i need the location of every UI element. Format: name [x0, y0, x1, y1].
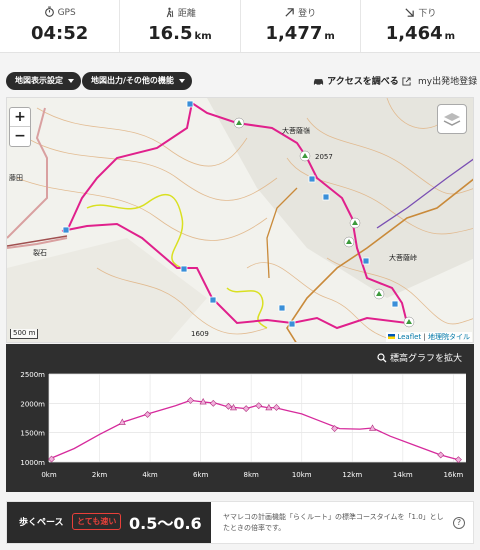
y-tick-label: 1500m — [20, 430, 45, 438]
y-tick-label: 2000m — [20, 400, 45, 408]
x-tick-label: 12km — [342, 471, 362, 479]
map-label-elevation-1609: 1609 — [191, 330, 209, 338]
x-tick-label: 10km — [292, 471, 312, 479]
zoom-out-button[interactable]: − — [10, 127, 30, 146]
route-map[interactable]: 大菩薩嶺 2057 大菩薩峠 裂石 藤田 1609 — [6, 97, 474, 343]
elevation-panel: 標高グラフを拡大 1000m 1500m 2000m 2500m 0km 2km 4km 6k… — [6, 344, 474, 492]
register-start-link[interactable]: my出発地登録 — [418, 74, 477, 87]
map-canvas — [7, 98, 473, 342]
stat-label: 下り — [418, 9, 437, 19]
map-label-saiseki: 裂石 — [33, 249, 47, 257]
map-output-dropdown[interactable]: 地図出力/その他の機能 — [82, 72, 192, 90]
stat-unit: km — [194, 31, 212, 42]
access-label: アクセスを調べる — [327, 77, 399, 87]
map-label-fujita: 藤田 — [9, 174, 23, 182]
help-icon[interactable]: ? — [453, 517, 465, 529]
stat-value: 1,477 — [265, 23, 323, 44]
elevation-chart: 1000m 1500m 2000m 2500m 0km 2km 4km 6km 8km 10km 1… — [20, 371, 466, 479]
stat-value: 04:52 — [30, 23, 89, 44]
stopwatch-icon — [44, 6, 54, 17]
external-link-icon — [402, 77, 411, 86]
arrow-up-right-icon — [285, 8, 294, 17]
map-label-elevation-2057: 2057 — [315, 153, 333, 161]
stat-descent: 下り 1,464 m — [361, 0, 480, 52]
access-link[interactable]: アクセスを調べる — [313, 74, 411, 87]
map-label-daibosatsu-pass: 大菩薩峠 — [389, 254, 417, 262]
pace-label: 歩くペース — [19, 518, 64, 528]
stat-label: 登り — [298, 9, 317, 19]
gsi-tile-link[interactable]: 地理院タイル — [428, 333, 470, 341]
x-tick-label: 4km — [142, 471, 158, 479]
x-tick-label: 2km — [92, 471, 108, 479]
stats-bar: GPS 04:52 距離 16.5 km 登り 1,477 m 下り 1,464 m — [0, 0, 480, 53]
walking-pace-panel: 歩くペース とても速い 0.5〜0.6 ヤマレコの計画機能「らくルート」の標準コ… — [6, 501, 474, 544]
pace-note: ヤマレコの計画機能「らくルート」の標準コースタイムを「1.0」としたときの倍率で… — [223, 513, 444, 532]
x-tick-label: 8km — [244, 471, 260, 479]
car-icon — [313, 79, 324, 86]
stat-unit: m — [324, 31, 335, 42]
pace-value: 0.5〜0.6 — [129, 514, 202, 533]
y-tick-label: 2500m — [20, 371, 45, 379]
stat-ascent: 登り 1,477 m — [241, 0, 361, 52]
leaflet-flag-icon — [388, 334, 396, 339]
map-label-daibosatsurei: 大菩薩嶺 — [282, 127, 310, 135]
stat-gps-time: GPS 04:52 — [0, 0, 121, 52]
x-tick-label: 6km — [193, 471, 209, 479]
map-attribution: Leaflet | 地理院タイル — [386, 332, 472, 342]
hiker-icon — [166, 7, 174, 18]
zoom-control: + − — [9, 107, 31, 147]
x-tick-label: 0km — [41, 471, 57, 479]
chart-plot-area — [49, 374, 466, 462]
layers-icon — [443, 113, 461, 126]
leaflet-link[interactable]: Leaflet — [397, 333, 421, 341]
zoom-in-button[interactable]: + — [10, 108, 30, 127]
stat-label: GPS — [57, 8, 76, 18]
pace-badge: とても速い — [72, 513, 122, 530]
map-scale: 500 m — [10, 329, 38, 339]
stat-value: 16.5 — [148, 23, 193, 44]
stat-value: 1,464 — [385, 23, 443, 44]
map-display-settings-dropdown[interactable]: 地図表示設定 — [6, 72, 81, 90]
stat-unit: m — [444, 31, 456, 42]
stat-distance: 距離 16.5 km — [120, 0, 241, 52]
x-tick-label: 16km — [443, 471, 463, 479]
stat-label: 距離 — [177, 9, 196, 19]
arrow-down-right-icon — [405, 8, 415, 17]
x-tick-label: 14km — [393, 471, 413, 479]
y-tick-label: 1000m — [20, 459, 45, 467]
layers-button[interactable] — [437, 104, 467, 134]
